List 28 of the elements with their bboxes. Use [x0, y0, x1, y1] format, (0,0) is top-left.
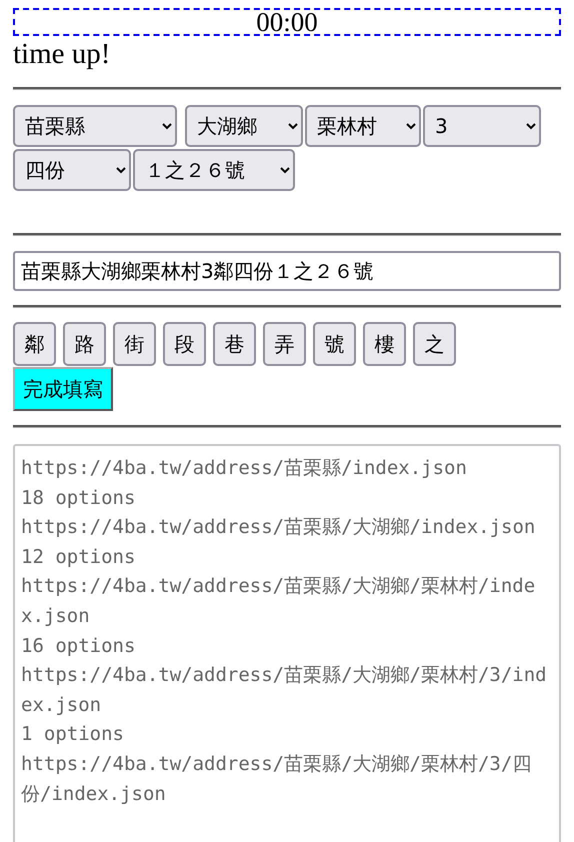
log-line: https://4ba.tw/address/苗栗縣/index.json	[21, 456, 468, 481]
log-line: 18 options	[21, 486, 136, 511]
char-button[interactable]: 街	[113, 322, 156, 366]
log-line: 16 options	[21, 634, 136, 659]
address-select[interactable]: 栗林村	[305, 105, 421, 147]
address-select[interactable]: 四份	[13, 149, 131, 191]
address-select[interactable]: １之２６號	[133, 149, 295, 191]
char-button[interactable]: 號	[313, 322, 356, 366]
char-button[interactable]: 鄰	[13, 322, 56, 366]
address-select[interactable]: 苗栗縣	[13, 105, 177, 147]
char-button[interactable]: 巷	[213, 322, 256, 366]
log-line: 12 options	[21, 544, 136, 570]
timer-display: 00:00	[13, 8, 561, 36]
char-button[interactable]: 路	[63, 322, 106, 366]
log-line: 1 options	[21, 722, 125, 748]
char-button[interactable]: 之	[413, 322, 456, 366]
address-field[interactable]: 苗栗縣大湖鄉栗林村3鄰四份１之２６號	[13, 251, 561, 291]
log-line: https://4ba.tw/address/苗栗縣/大湖鄉/index.json	[21, 515, 536, 540]
status-message: time up!	[13, 37, 112, 72]
log-line: https://4ba.tw/address/苗栗縣/大湖鄉/栗林村/3/四份/index.json	[21, 752, 532, 807]
log-line: https://4ba.tw/address/苗栗縣/大湖鄉/栗林村/3/index.json	[21, 663, 548, 718]
char-button[interactable]: 弄	[263, 322, 306, 366]
char-button[interactable]: 樓	[363, 322, 406, 366]
address-select[interactable]: 大湖鄉	[185, 105, 303, 147]
log-line: https://4ba.tw/address/苗栗縣/大湖鄉/栗林村/index.json	[21, 574, 536, 629]
char-button[interactable]: 段	[163, 322, 206, 366]
submit-button[interactable]: 完成填寫	[13, 367, 113, 411]
address-select[interactable]: 3	[423, 105, 541, 147]
